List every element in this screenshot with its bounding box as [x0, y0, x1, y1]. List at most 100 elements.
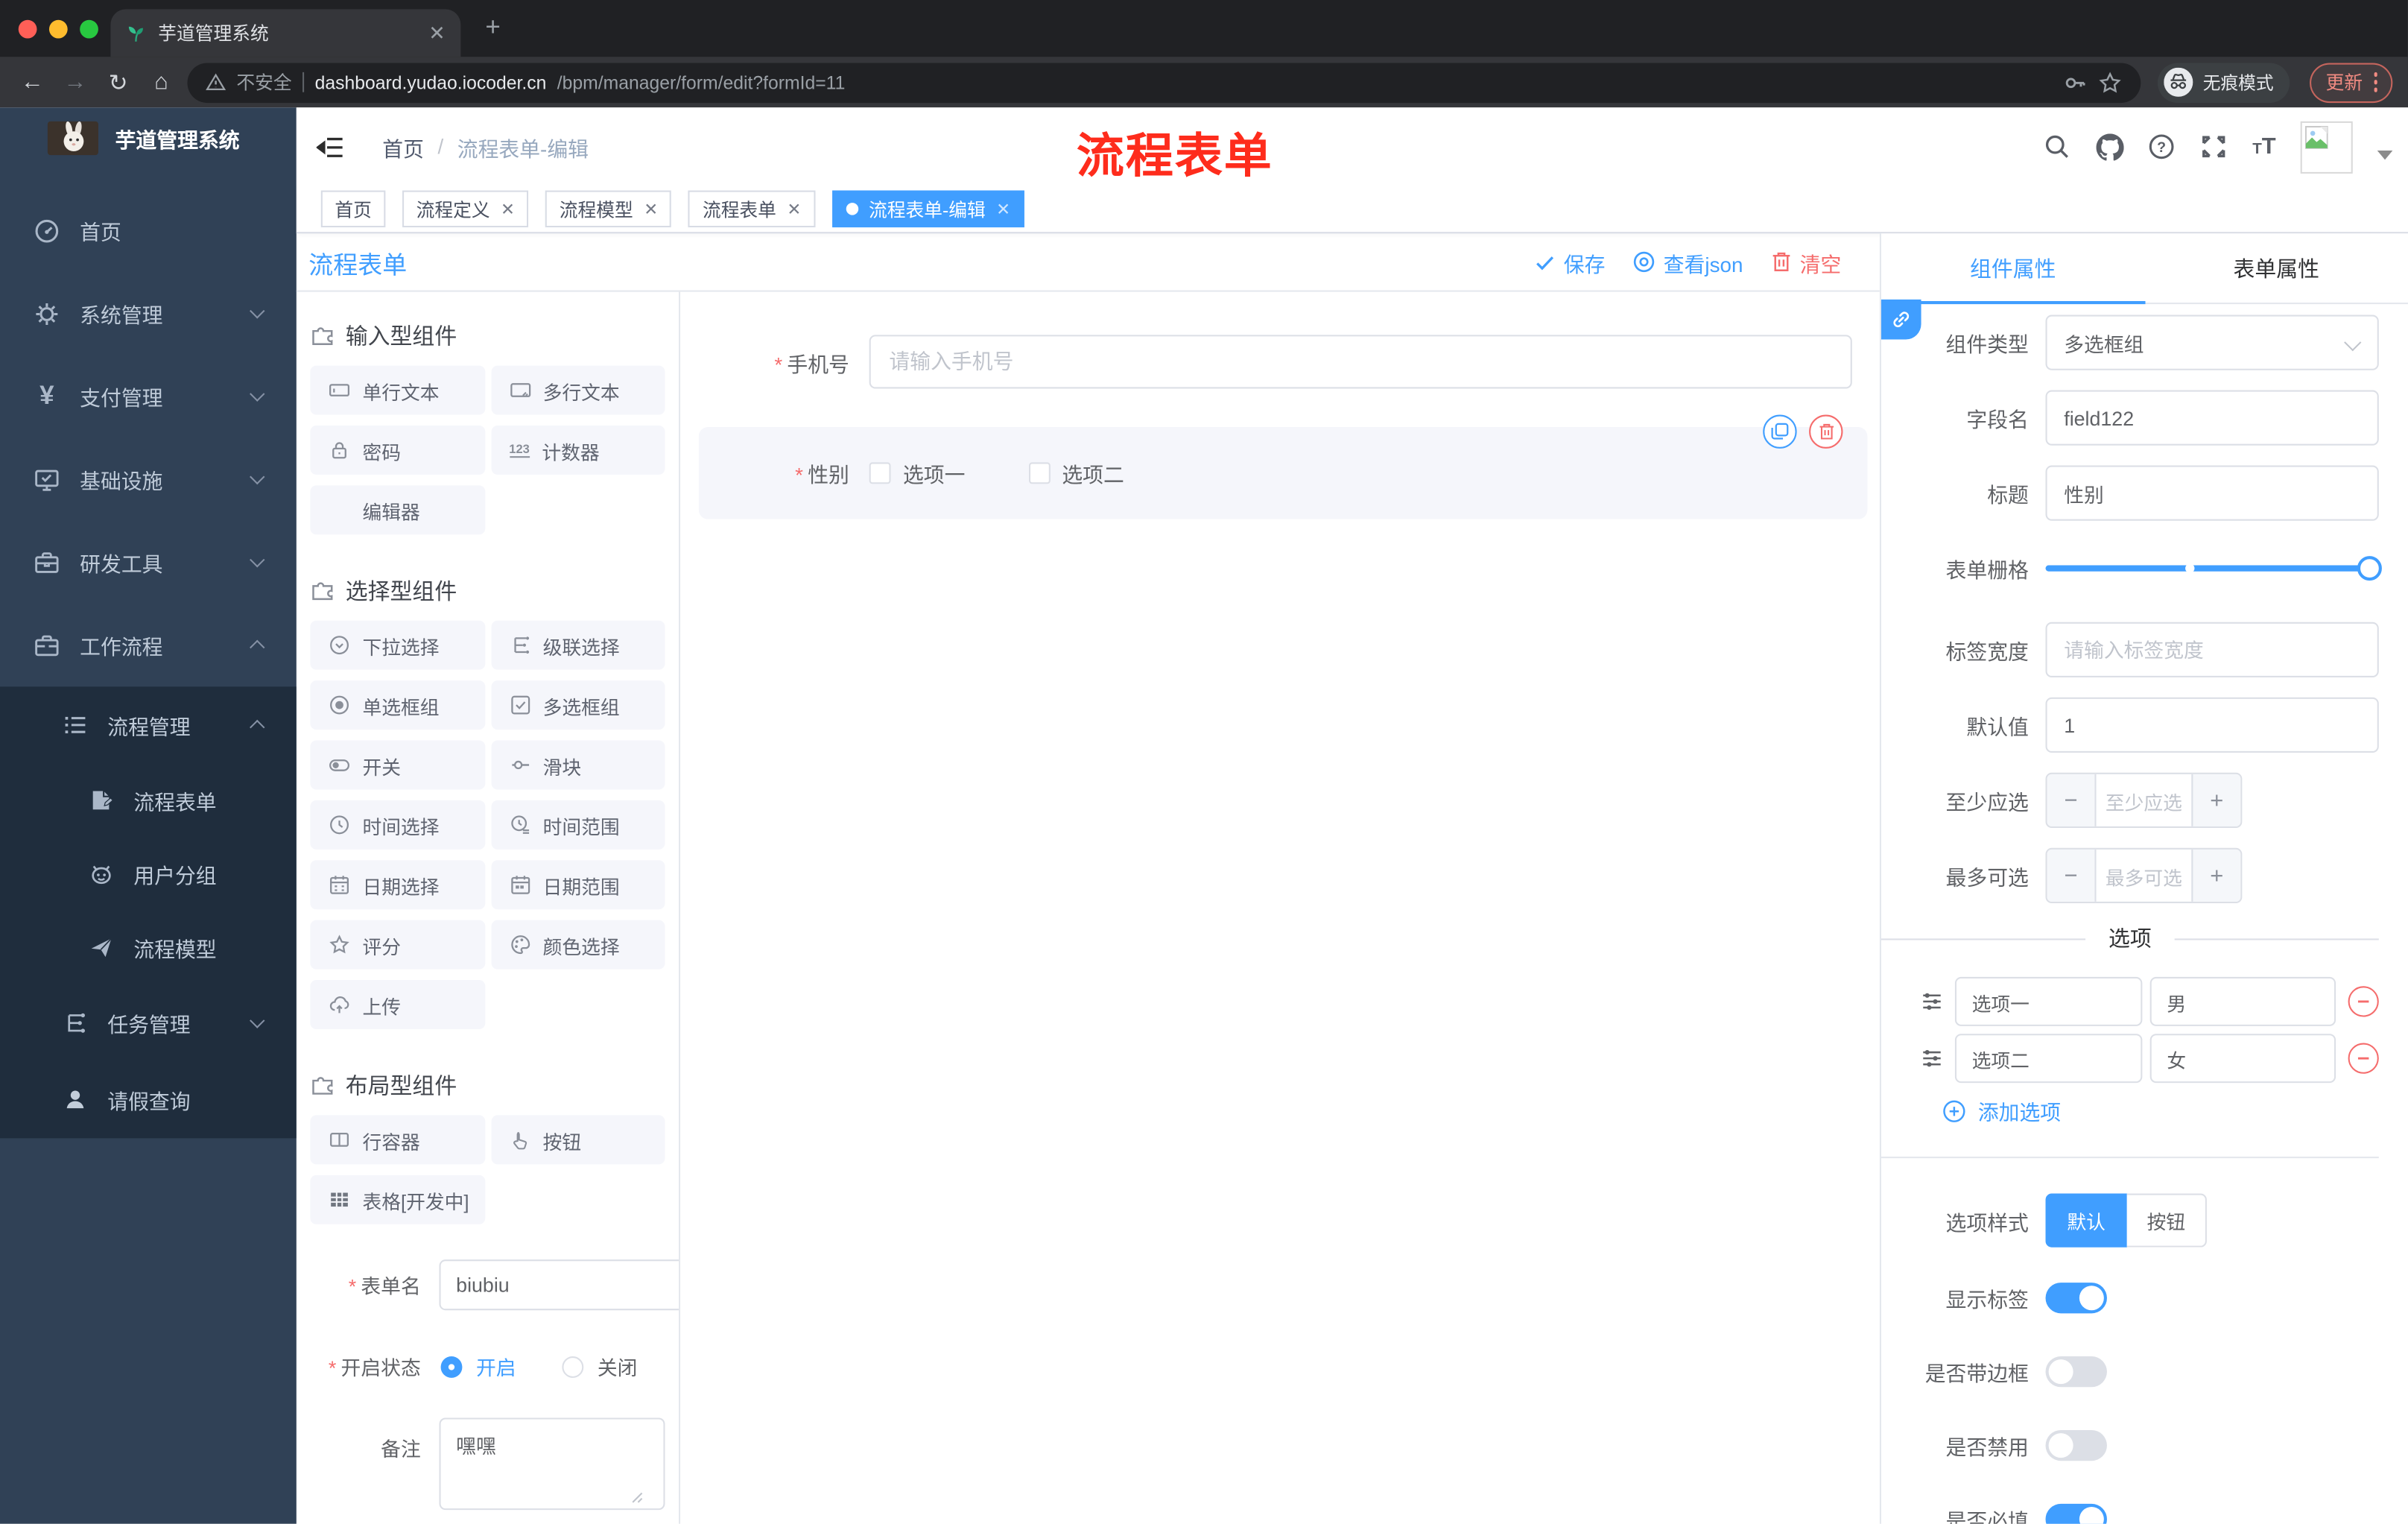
back-icon[interactable]: ←: [16, 69, 49, 95]
component-item-date-range[interactable]: 日期范围: [490, 860, 665, 910]
view-json-button[interactable]: 查看json: [1633, 247, 1743, 277]
component-item-upload[interactable]: 上传: [310, 980, 485, 1030]
checkbox-icon[interactable]: [1027, 462, 1050, 484]
close-tag-icon[interactable]: ✕: [787, 199, 801, 219]
breadcrumb-home[interactable]: 首页: [382, 131, 424, 162]
font-size-icon[interactable]: TT: [2252, 133, 2275, 159]
style-default-button[interactable]: 默认: [2045, 1193, 2127, 1248]
clear-button[interactable]: 清空: [1771, 247, 1841, 277]
search-icon[interactable]: [2044, 133, 2071, 160]
drag-handle-icon[interactable]: [1921, 989, 1943, 1014]
disabled-toggle[interactable]: [2045, 1429, 2107, 1461]
tag-process-definition[interactable]: 流程定义 ✕: [402, 190, 529, 228]
drag-handle-icon[interactable]: [1921, 1046, 1943, 1071]
decrease-button[interactable]: −: [2047, 774, 2097, 826]
component-item-table[interactable]: 表格[开发中]: [310, 1174, 485, 1224]
avatar-dropdown-caret-icon[interactable]: [2377, 149, 2393, 159]
sidebar-item-dev-tools[interactable]: 研发工具: [0, 521, 297, 604]
textarea-resize-handle[interactable]: [631, 1491, 643, 1503]
component-type-select[interactable]: [2045, 314, 2379, 370]
close-tab-icon[interactable]: ✕: [428, 21, 445, 45]
delete-component-button[interactable]: [1809, 414, 1843, 449]
home-icon[interactable]: ⌂: [145, 69, 178, 95]
component-item-time-picker[interactable]: 时间选择: [310, 800, 485, 850]
browser-tab[interactable]: 芋道管理系统 ✕: [110, 9, 461, 57]
browser-menu-kebab-icon[interactable]: [2373, 72, 2377, 92]
copy-component-button[interactable]: [1763, 414, 1797, 449]
option-label-input[interactable]: [1954, 976, 2143, 1026]
app-logo[interactable]: 芋道管理系统: [0, 107, 297, 168]
component-item-switch[interactable]: 开关: [310, 740, 485, 790]
sidebar-item-process-form[interactable]: 流程表单: [0, 763, 297, 837]
component-item-radio-group[interactable]: 单选框组: [310, 680, 485, 730]
component-item-counter[interactable]: 123 计数器: [490, 425, 665, 475]
save-button[interactable]: 保存: [1535, 247, 1605, 277]
tag-home[interactable]: 首页: [320, 190, 386, 228]
required-toggle[interactable]: [2045, 1503, 2107, 1524]
close-tag-icon[interactable]: ✕: [501, 199, 515, 219]
security-label[interactable]: 不安全: [236, 69, 291, 95]
sidebar-item-home[interactable]: 首页: [0, 189, 297, 272]
checkbox-icon[interactable]: [869, 462, 891, 484]
close-tag-icon[interactable]: ✕: [996, 199, 1010, 219]
bookmark-star-icon[interactable]: [2099, 70, 2123, 95]
component-item-row-container[interactable]: 行容器: [310, 1115, 485, 1165]
sidebar-item-workflow[interactable]: 工作流程: [0, 604, 297, 686]
sidebar-item-system[interactable]: 系统管理: [0, 272, 297, 355]
component-item-editor[interactable]: 编辑器: [310, 485, 485, 535]
status-off-label[interactable]: 关闭: [598, 1352, 638, 1381]
component-item-slider[interactable]: 滑块: [490, 740, 665, 790]
form-name-input[interactable]: [439, 1259, 679, 1311]
gender-option-2[interactable]: 选项二: [1027, 458, 1124, 488]
label-width-input[interactable]: [2045, 622, 2379, 677]
sidebar-item-leave-query[interactable]: 请假查询: [0, 1061, 297, 1138]
sidebar-item-infrastructure[interactable]: 基础设施: [0, 437, 297, 520]
max-select-placeholder[interactable]: 最多可选: [2097, 850, 2192, 902]
sidebar-item-user-groups[interactable]: 用户分组: [0, 837, 297, 911]
decrease-button[interactable]: −: [2047, 849, 2097, 902]
style-button-button[interactable]: 按钮: [2126, 1193, 2208, 1248]
status-on-radio[interactable]: [440, 1356, 463, 1377]
increase-button[interactable]: +: [2191, 849, 2241, 902]
gender-option-1[interactable]: 选项一: [869, 458, 965, 488]
component-type-value[interactable]: [2045, 314, 2379, 370]
component-item-color-picker[interactable]: 颜色选择: [490, 920, 665, 970]
tab-component-props[interactable]: 组件属性: [1881, 233, 2144, 305]
default-value-input[interactable]: [2045, 697, 2379, 753]
component-item-multi-line-text[interactable]: 多行文本: [490, 365, 665, 415]
component-item-time-range[interactable]: 时间范围: [490, 800, 665, 850]
github-icon[interactable]: [2095, 133, 2124, 160]
slider-handle[interactable]: [2357, 556, 2382, 581]
status-on-label[interactable]: 开启: [476, 1352, 516, 1381]
close-tag-icon[interactable]: ✕: [644, 199, 658, 219]
option-value-input[interactable]: [2149, 1034, 2336, 1084]
border-toggle[interactable]: [2045, 1356, 2107, 1388]
component-item-single-line-text[interactable]: 单行文本: [310, 365, 485, 415]
avatar[interactable]: [2300, 120, 2353, 173]
minimize-window-button[interactable]: [48, 19, 68, 38]
fullscreen-icon[interactable]: [2200, 133, 2228, 160]
component-item-password[interactable]: 密码: [310, 425, 485, 475]
remove-option-button[interactable]: [2348, 986, 2379, 1017]
component-item-date-picker[interactable]: 日期选择: [310, 860, 485, 910]
sidebar-item-payment[interactable]: ¥ 支付管理: [0, 355, 297, 437]
field-name-input[interactable]: [2045, 390, 2379, 446]
help-icon[interactable]: ?: [2148, 133, 2176, 160]
title-input[interactable]: [2045, 465, 2379, 521]
address-bar[interactable]: 不安全 dashboard.yudao.iocoder.cn/bpm/manag…: [187, 62, 2142, 103]
gender-field-selected[interactable]: 性别 选项一 选项二: [698, 427, 1868, 519]
component-item-checkbox-group[interactable]: 多选框组: [490, 680, 665, 730]
component-item-rate[interactable]: 评分: [310, 920, 485, 970]
component-item-button[interactable]: 按钮: [490, 1115, 665, 1165]
browser-update-button[interactable]: 更新: [2310, 62, 2393, 103]
min-select-placeholder[interactable]: 至少应选: [2097, 774, 2192, 826]
zoom-window-button[interactable]: [80, 19, 98, 38]
forward-icon[interactable]: →: [58, 69, 92, 95]
phone-field[interactable]: 手机号: [680, 335, 1852, 389]
status-off-radio[interactable]: [562, 1356, 584, 1377]
new-tab-button[interactable]: +: [485, 12, 500, 42]
sidebar-item-task-management[interactable]: 任务管理: [0, 984, 297, 1061]
tag-process-form[interactable]: 流程表单 ✕: [688, 190, 815, 228]
sidebar-collapse-icon[interactable]: [316, 134, 344, 159]
phone-input[interactable]: [869, 335, 1852, 389]
